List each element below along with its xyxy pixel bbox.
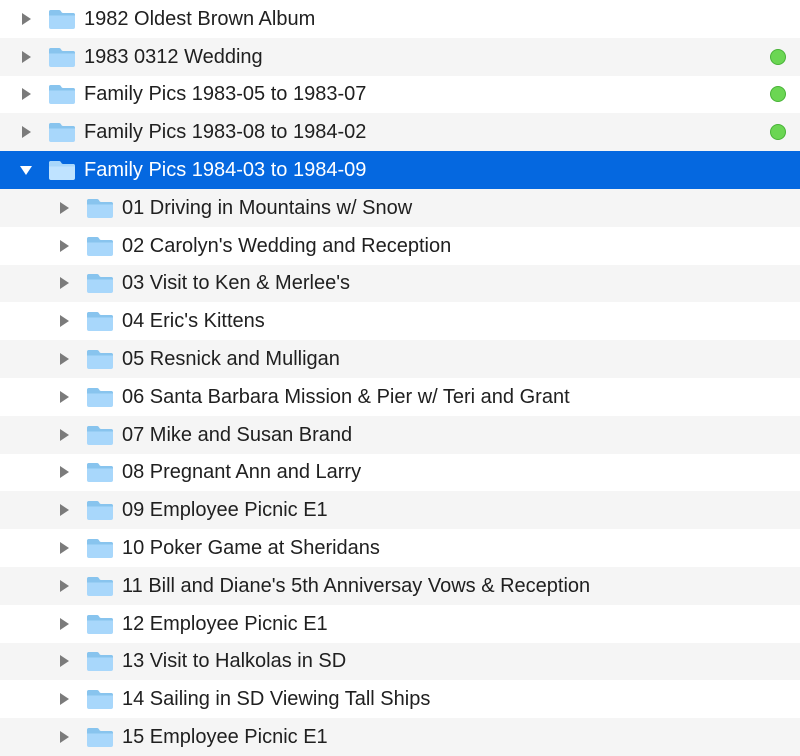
folder-row[interactable]: 14 Sailing in SD Viewing Tall Ships [0,680,800,718]
folder-row[interactable]: Family Pics 1983-05 to 1983-07 [0,76,800,114]
folder-row[interactable]: 04 Eric's Kittens [0,302,800,340]
chevron-right-icon[interactable] [56,238,72,254]
tag-dot-green [770,124,786,140]
folder-label: 13 Visit to Halkolas in SD [122,651,786,671]
folder-icon [86,234,114,258]
folder-row[interactable]: Family Pics 1983-08 to 1984-02 [0,113,800,151]
chevron-right-icon[interactable] [56,464,72,480]
folder-label: 11 Bill and Diane's 5th Anniversay Vows … [122,576,786,596]
folder-icon [86,423,114,447]
chevron-right-icon[interactable] [56,313,72,329]
folder-icon [86,196,114,220]
chevron-right-icon[interactable] [18,124,34,140]
folder-label: 02 Carolyn's Wedding and Reception [122,236,786,256]
chevron-right-icon[interactable] [56,540,72,556]
chevron-right-icon[interactable] [56,275,72,291]
folder-icon [48,7,76,31]
chevron-right-icon[interactable] [56,729,72,745]
folder-icon [86,612,114,636]
folder-label: 04 Eric's Kittens [122,311,786,331]
folder-row[interactable]: 12 Employee Picnic E1 [0,605,800,643]
folder-row[interactable]: 06 Santa Barbara Mission & Pier w/ Teri … [0,378,800,416]
folder-label: Family Pics 1983-05 to 1983-07 [84,84,762,104]
folder-row[interactable]: 05 Resnick and Mulligan [0,340,800,378]
folder-label: 06 Santa Barbara Mission & Pier w/ Teri … [122,387,786,407]
folder-row[interactable]: 09 Employee Picnic E1 [0,491,800,529]
folder-label: Family Pics 1984-03 to 1984-09 [84,160,786,180]
chevron-right-icon[interactable] [56,653,72,669]
chevron-right-icon[interactable] [56,578,72,594]
folder-row[interactable]: 11 Bill and Diane's 5th Anniversay Vows … [0,567,800,605]
folder-label: 14 Sailing in SD Viewing Tall Ships [122,689,786,709]
folder-icon [86,498,114,522]
chevron-right-icon[interactable] [18,86,34,102]
folder-row[interactable]: 15 Employee Picnic E1 [0,718,800,756]
chevron-down-icon[interactable] [18,162,34,178]
folder-label: 03 Visit to Ken & Merlee's [122,273,786,293]
folder-label: 10 Poker Game at Sheridans [122,538,786,558]
folder-row[interactable]: 02 Carolyn's Wedding and Reception [0,227,800,265]
folder-row[interactable]: 13 Visit to Halkolas in SD [0,643,800,681]
folder-row[interactable]: 07 Mike and Susan Brand [0,416,800,454]
folder-label: 1983 0312 Wedding [84,47,762,67]
chevron-right-icon[interactable] [56,502,72,518]
folder-icon [86,536,114,560]
folder-icon [48,45,76,69]
tag-dot-green [770,49,786,65]
folder-icon [86,687,114,711]
folder-tree: 1982 Oldest Brown Album 1983 0312 Wedding… [0,0,800,756]
folder-label: 12 Employee Picnic E1 [122,614,786,634]
folder-row[interactable]: 08 Pregnant Ann and Larry [0,454,800,492]
folder-label: 1982 Oldest Brown Album [84,9,786,29]
folder-icon [86,725,114,749]
chevron-right-icon[interactable] [56,389,72,405]
folder-row[interactable]: 10 Poker Game at Sheridans [0,529,800,567]
folder-label: 15 Employee Picnic E1 [122,727,786,747]
chevron-right-icon[interactable] [56,691,72,707]
folder-row[interactable]: 03 Visit to Ken & Merlee's [0,265,800,303]
folder-row[interactable]: Family Pics 1984-03 to 1984-09 [0,151,800,189]
folder-icon [86,271,114,295]
folder-icon [48,158,76,182]
folder-label: 07 Mike and Susan Brand [122,425,786,445]
folder-label: Family Pics 1983-08 to 1984-02 [84,122,762,142]
folder-label: 09 Employee Picnic E1 [122,500,786,520]
folder-row[interactable]: 1983 0312 Wedding [0,38,800,76]
folder-icon [48,120,76,144]
folder-label: 05 Resnick and Mulligan [122,349,786,369]
folder-icon [86,385,114,409]
folder-icon [86,649,114,673]
chevron-right-icon[interactable] [56,200,72,216]
tag-dot-green [770,86,786,102]
folder-icon [86,347,114,371]
folder-icon [86,309,114,333]
folder-row[interactable]: 01 Driving in Mountains w/ Snow [0,189,800,227]
chevron-right-icon[interactable] [56,427,72,443]
chevron-right-icon[interactable] [56,351,72,367]
folder-icon [48,82,76,106]
folder-row[interactable]: 1982 Oldest Brown Album [0,0,800,38]
folder-icon [86,574,114,598]
chevron-right-icon[interactable] [18,49,34,65]
chevron-right-icon[interactable] [56,616,72,632]
chevron-right-icon[interactable] [18,11,34,27]
folder-icon [86,460,114,484]
folder-label: 08 Pregnant Ann and Larry [122,462,786,482]
folder-label: 01 Driving in Mountains w/ Snow [122,198,786,218]
